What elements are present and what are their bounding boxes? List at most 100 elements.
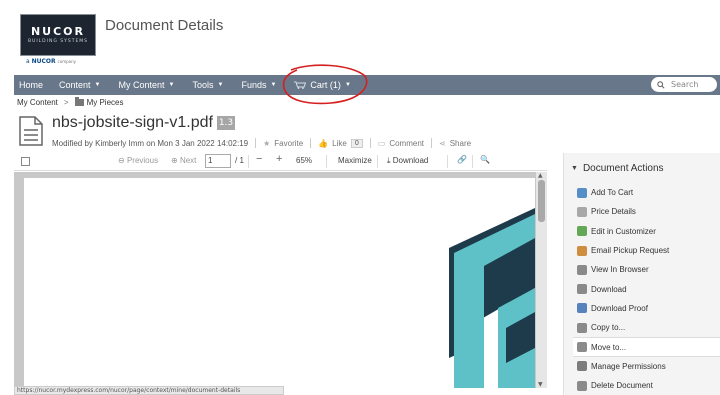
folder-icon [74,97,84,106]
page-total: / 1 [235,156,244,165]
viewer-scrollbar[interactable]: ▲ ▼ [536,172,547,388]
action-label: Download Proof [591,303,648,313]
toolbar-divider [326,155,327,168]
previous-page-button[interactable]: ⊖ Previous [118,156,158,165]
search-input[interactable]: Search [651,77,717,92]
key-icon [577,361,587,372]
maximize-button[interactable]: Maximize [338,156,372,165]
scroll-thumb[interactable] [538,180,545,222]
pdf-page [24,178,535,388]
toolbar-divider [377,155,378,168]
nav-item-home[interactable]: Home [19,80,43,90]
delete-icon [577,380,587,391]
download-icon [577,284,587,295]
nav-label: Content [59,80,91,90]
logo-badge: NUCOR BUILDING SYSTEMS [20,14,96,56]
download-button[interactable]: ⤓ Download [387,156,428,166]
favorite-button[interactable]: ★ Favorite [263,139,303,148]
search-icon [657,80,665,89]
zoom-in-icon[interactable]: + [276,153,282,165]
breadcrumb-separator: > [63,98,69,107]
action-label: Delete Document [591,381,653,391]
action-label: Manage Permissions [591,361,666,371]
breadcrumb-current[interactable]: My Pieces [87,98,124,107]
action-edit-in-customizer[interactable]: Edit in Customizer [564,222,720,241]
divider [369,138,371,148]
copy-icon [577,322,587,333]
share-button[interactable]: ⋖ Share [439,139,471,148]
document-actions-header[interactable]: ▼ Document Actions [571,163,664,174]
sidebar-toggle-icon[interactable] [21,157,30,166]
action-email-pickup-request[interactable]: Email Pickup Request [564,241,720,260]
logo-subtitle: BUILDING SYSTEMS [27,39,89,44]
action-label: Download [591,284,627,294]
action-download-proof[interactable]: Download Proof [564,299,720,318]
version-badge[interactable]: 1.3 [217,116,235,130]
action-move-to[interactable]: Move to... [573,337,720,357]
action-delete-document[interactable]: Delete Document [564,376,720,395]
scroll-down-icon[interactable]: ▼ [538,381,543,388]
next-page-button[interactable]: ⊕ Next [171,156,196,165]
nav-label: Funds [241,80,267,90]
sign-graphic [449,208,535,388]
action-view-in-browser[interactable]: View In Browser [564,260,720,279]
like-label: Like [332,138,347,148]
comment-icon: ▭ [377,138,386,148]
search-placeholder: Search [671,80,699,89]
action-label: Email Pickup Request [591,246,670,256]
find-icon[interactable]: 🔍 [480,155,490,164]
zoom-out-icon[interactable]: − [256,153,262,165]
document-actions-panel: ▼ Document Actions Add To Cart Price Deta… [563,153,720,395]
like-count: 0 [350,138,363,148]
divider [255,138,257,148]
divider [310,138,312,148]
caret-down-icon: ▼ [217,82,224,88]
download-icon: ⤓ [387,156,391,165]
comment-button[interactable]: ▭ Comment [378,139,424,148]
nav-item-content[interactable]: Content ▼ [59,80,100,90]
proof-icon [577,303,587,314]
scroll-up-icon[interactable]: ▲ [538,172,543,179]
price-tag-icon [577,206,587,217]
red-annotation-circle [282,64,368,105]
previous-label: Previous [126,156,159,165]
zoom-level[interactable]: 65% [296,156,312,165]
caret-down-icon: ▼ [94,82,101,88]
share-icon: ⋖ [439,138,446,148]
pdf-viewer[interactable]: ▲ ▼ [14,172,547,388]
link-icon[interactable]: 🔗 [457,155,467,164]
edit-icon [577,226,587,237]
page-number-input[interactable]: 1 [205,154,231,168]
share-label: Share [449,138,472,148]
breadcrumb-root[interactable]: My Content [17,98,58,107]
action-copy-to[interactable]: Copy to... [564,318,720,337]
logo-tagline: a NUCOR company [26,58,76,65]
caret-down-icon: ▼ [270,82,277,88]
actions-list: Add To Cart Price Details Edit in Customiz… [564,183,720,395]
toolbar-divider [248,155,249,168]
action-add-to-cart[interactable]: Add To Cart [564,183,720,202]
action-label: Add To Cart [591,188,634,198]
nav-item-tools[interactable]: Tools ▼ [192,80,223,90]
nav-label: Tools [192,80,214,90]
nav-item-funds[interactable]: Funds ▼ [241,80,276,90]
star-icon: ★ [263,138,271,148]
page-title: Document Details [105,17,224,34]
nav-label: My Content [118,80,165,90]
browser-icon [577,264,587,275]
action-download[interactable]: Download [564,279,720,298]
action-label: Edit in Customizer [591,226,656,236]
viewer-toolbar: ⊖ Previous ⊕ Next 1 / 1 − + 65% Maximize… [14,153,547,171]
nav-item-my-content[interactable]: My Content ▼ [119,80,175,90]
nucor-logo[interactable]: NUCOR BUILDING SYSTEMS a NUCOR company [20,14,96,66]
thumbs-up-icon: 👍 [318,138,329,148]
like-button[interactable]: 👍 Like 0 [318,138,363,148]
action-price-details[interactable]: Price Details [564,202,720,221]
action-label: Copy to... [591,323,626,333]
toolbar-divider [447,155,448,168]
action-label: View In Browser [591,265,649,275]
document-meta: Modified by Kimberly Imm on Mon 3 Jan 20… [52,138,471,148]
status-url-bar: https://nucor.mydexpress.com/nucor/page/… [14,386,284,395]
action-manage-permissions[interactable]: Manage Permissions [564,357,720,376]
panel-title: Document Actions [582,163,664,174]
